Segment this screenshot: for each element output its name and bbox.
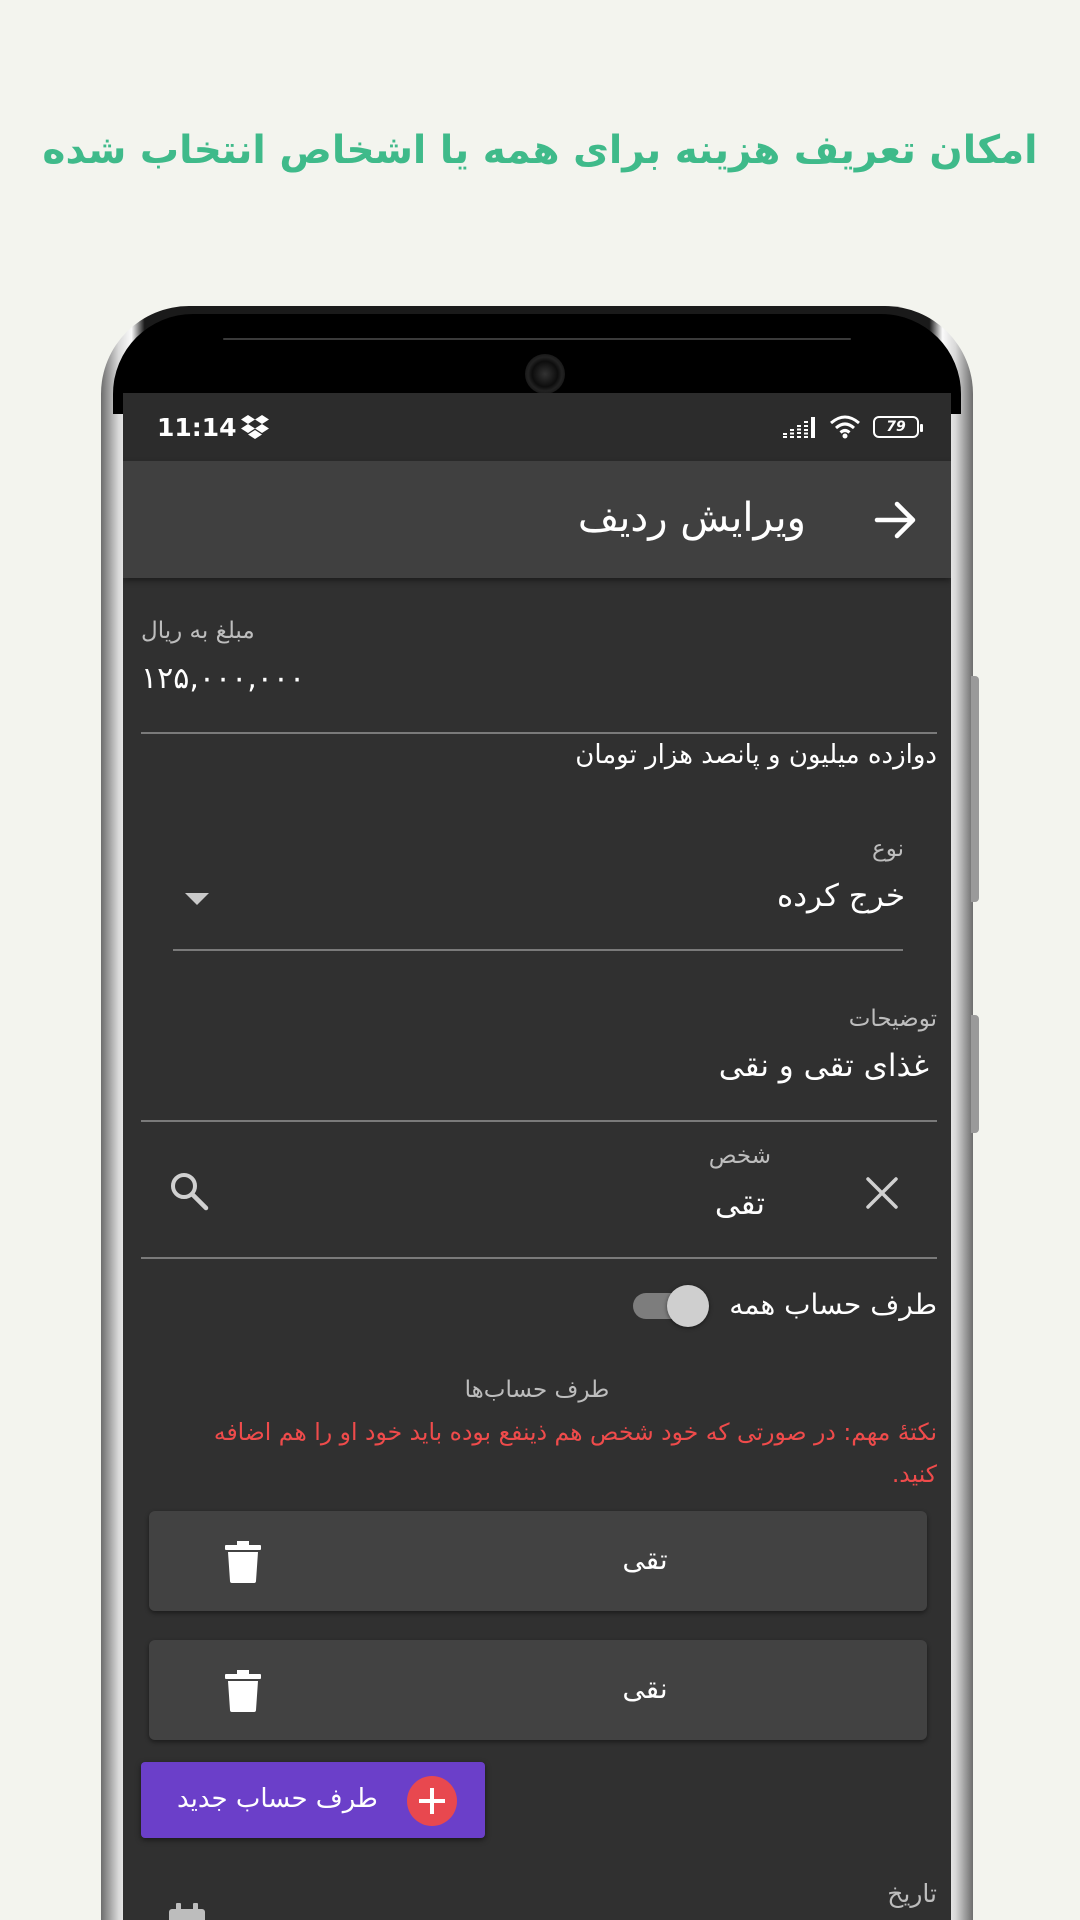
person-input[interactable]: تقی [715,1186,765,1222]
status-bar: 11:14 79 [123,393,951,461]
add-party-label: طرف حساب جدید [177,1784,378,1814]
toggle-thumb [667,1285,709,1327]
chevron-down-icon[interactable] [185,893,209,905]
volume-button [971,676,979,902]
amount-input[interactable]: ۱۲۵,۰۰۰,۰۰۰ [141,661,305,696]
parties-note: نکتهٔ مهم: در صورتی که خود شخص هم ذینفع … [213,1418,937,1488]
parties-label: طرف حساب‌ها [464,1377,610,1403]
all-parties-toggle[interactable] [633,1284,709,1328]
trash-icon[interactable] [225,1541,261,1583]
description-input[interactable]: غذای تقی و نقی [719,1048,929,1084]
party-card-2: نقی [149,1640,927,1740]
app-screen: 11:14 79 ویرایش ردیف مبلغ به ریال ۱۲۵,۰۰… [123,393,951,1920]
person-underline [141,1257,937,1259]
page-title: ویرایش ردیف [577,495,806,541]
signal-icon [783,417,815,438]
status-time: 11:14 [157,412,237,442]
date-label: تاریخ [887,1879,937,1908]
app-bar: ویرایش ردیف [123,461,951,578]
amount-underline [141,732,937,734]
speaker-grille [223,338,851,340]
power-button [971,1015,979,1133]
party-name: نقی [622,1672,668,1705]
battery-icon: 79 [873,416,923,438]
amount-in-words: دوازده میلیون و پانصد هزار تومان [575,740,937,770]
person-label: شخص [708,1143,771,1169]
description-underline [141,1120,937,1122]
amount-label: مبلغ به ریال [141,618,255,644]
arrow-right-icon[interactable] [873,497,919,543]
plus-icon [407,1776,457,1826]
trash-icon[interactable] [225,1670,261,1712]
dropbox-icon [240,415,269,439]
close-icon[interactable] [865,1176,899,1210]
type-underline [173,949,903,951]
party-card-1: تقی [149,1511,927,1611]
promo-headline: امکان تعریف هزینه برای همه یا اشخاص انتخ… [42,128,1038,173]
all-parties-label: طرف حساب همه [729,1288,937,1321]
party-name: تقی [622,1543,668,1576]
type-label: نوع [871,836,904,862]
search-icon[interactable] [169,1171,209,1211]
add-party-button[interactable]: طرف حساب جدید [141,1762,485,1838]
type-select[interactable]: خرج کرده [777,878,905,914]
calendar-icon[interactable] [167,1903,207,1920]
wifi-icon [830,415,860,439]
front-camera [525,354,565,394]
description-label: توضیحات [848,1006,937,1032]
